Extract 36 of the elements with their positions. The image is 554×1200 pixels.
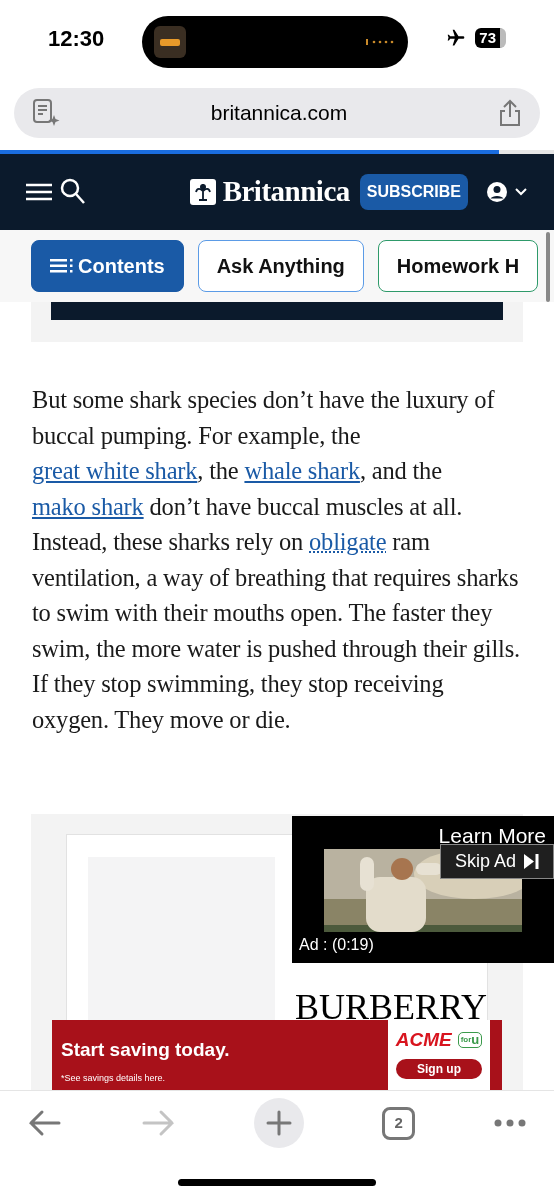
- ad-timer: Ad : (0:19): [299, 935, 374, 955]
- chevron-down-icon[interactable]: [514, 187, 528, 197]
- back-icon[interactable]: [28, 1109, 62, 1137]
- banner-headline: Start saving today.: [61, 1038, 231, 1062]
- logo-icon: [189, 179, 216, 205]
- new-tab-button[interactable]: [253, 1098, 304, 1148]
- status-time: 12:30: [48, 24, 106, 53]
- account-icon[interactable]: [486, 181, 508, 203]
- sign-up-button[interactable]: Sign up: [396, 1059, 482, 1079]
- app-icon: [154, 26, 186, 58]
- banner-note: *See savings details here.: [61, 1072, 167, 1084]
- url-text: britannica.com: [209, 100, 349, 127]
- skip-icon: [524, 854, 539, 869]
- search-icon[interactable]: [60, 178, 86, 206]
- acme-logo: ACME: [395, 1030, 452, 1050]
- address-bar[interactable]: britannica.com: [14, 88, 540, 138]
- scrollbar: [546, 232, 550, 302]
- more-icon[interactable]: [494, 1119, 526, 1127]
- subscribe-button[interactable]: SUBSCRIBE: [359, 174, 468, 210]
- waveform-icon: [366, 39, 396, 45]
- page-tools-icon[interactable]: [32, 98, 60, 128]
- battery-indicator: 73: [475, 28, 506, 48]
- article-paragraph: But some shark species don’t have the luxury of buccal pumping. For example, the great white shark, the whale shark, and the mako shark don’t have buccal muscles at all. Instead, these sharks rely on obligate ram ventilation, a way of breathing that requires sharks to swim with their mouths open. The faster they swim, the more water is pushed through their gills. If they stop swimming, they stop receiving oxygen. They move or die.: [31, 385, 521, 735]
- skip-ad-button[interactable]: Skip Ad: [439, 844, 554, 879]
- list-icon: [50, 258, 74, 274]
- tab-count-button[interactable]: 2: [382, 1106, 416, 1140]
- definition-link[interactable]: obligate: [309, 528, 387, 555]
- menu-icon[interactable]: [26, 182, 52, 202]
- plus-icon: [265, 1110, 292, 1136]
- article-link[interactable]: whale shark: [244, 457, 360, 484]
- share-icon[interactable]: [498, 99, 522, 127]
- nav-chip[interactable]: Homework H: [377, 240, 539, 292]
- nav-chip[interactable]: Contents: [31, 240, 184, 292]
- site-logo[interactable]: Britannica: [222, 170, 350, 214]
- nav-chip[interactable]: Ask Anything: [197, 240, 364, 292]
- article-link[interactable]: mako shark: [32, 492, 144, 520]
